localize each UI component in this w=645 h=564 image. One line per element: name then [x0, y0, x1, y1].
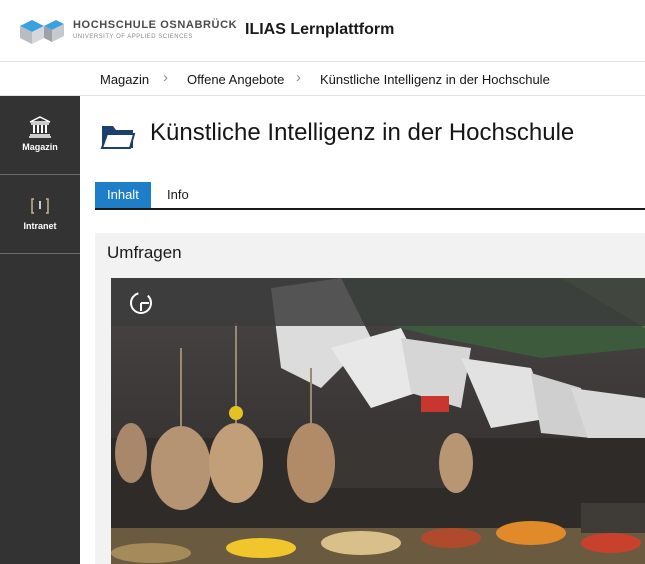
tab-inhalt[interactable]: Inhalt — [95, 182, 151, 208]
main-sidebar: Magazin Intranet — [0, 96, 80, 564]
survey-tile-image[interactable] — [111, 278, 645, 564]
chevron-right-icon: › — [296, 69, 301, 86]
main-content: Künstliche Intelligenz in der Hochschule… — [80, 96, 645, 564]
panel-title: Umfragen — [107, 243, 182, 262]
surveys-panel: Umfragen — [95, 233, 645, 564]
tile-header-overlay — [111, 278, 645, 326]
hochschule-logo-icon[interactable] — [18, 17, 66, 47]
tab-info[interactable]: Info — [155, 182, 201, 208]
page-title: Künstliche Intelligenz in der Hochschule — [150, 119, 575, 146]
folder-icon — [100, 126, 136, 149]
breadcrumb-item-current[interactable]: Künstliche Intelligenz in der Hochschule — [320, 72, 550, 87]
chevron-right-icon: › — [163, 69, 168, 86]
logo-subtitle: UNIVERSITY OF APPLIED SCIENCES — [73, 34, 193, 40]
breadcrumb-item-magazin[interactable]: Magazin — [100, 72, 149, 87]
sidebar-item-label: Intranet — [23, 221, 57, 231]
logo-text: HOCHSCHULE OSNABRÜCK UNIVERSITY OF APPLI… — [73, 19, 237, 41]
breadcrumb-item-offene-angebote[interactable]: Offene Angebote — [187, 72, 284, 87]
sidebar-item-intranet[interactable]: Intranet — [0, 175, 80, 254]
breadcrumb: Magazin › Offene Angebote › Künstliche I… — [0, 62, 645, 96]
tab-bar: Inhalt Info — [95, 182, 645, 210]
sidebar-item-magazin[interactable]: Magazin — [0, 96, 80, 175]
top-header: HOCHSCHULE OSNABRÜCK UNIVERSITY OF APPLI… — [0, 0, 645, 62]
app-title[interactable]: ILIAS Lernplattform — [245, 21, 394, 39]
logo-name: HOCHSCHULE OSNABRÜCK — [73, 19, 238, 31]
sidebar-item-label: Magazin — [22, 142, 58, 152]
bank-icon — [29, 116, 51, 138]
intranet-icon — [31, 198, 49, 214]
survey-icon — [130, 292, 152, 314]
